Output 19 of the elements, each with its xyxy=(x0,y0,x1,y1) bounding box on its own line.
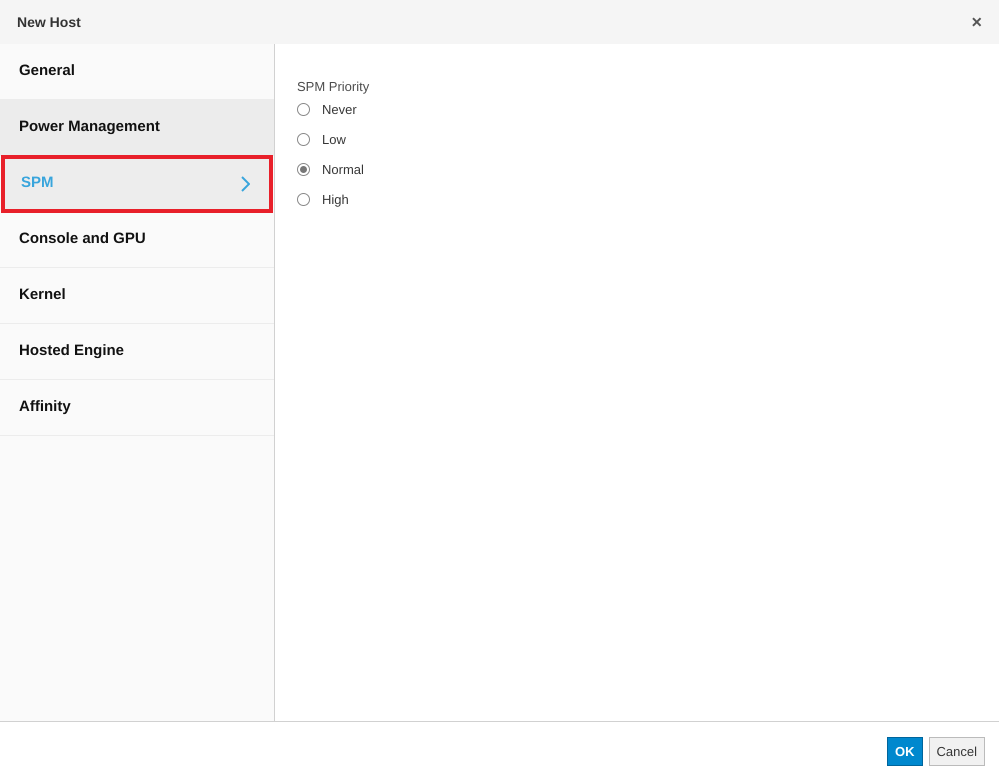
radio-button[interactable] xyxy=(297,193,310,206)
cancel-button[interactable]: Cancel xyxy=(928,737,985,766)
chevron-right-icon xyxy=(240,176,250,192)
radio-button[interactable] xyxy=(297,103,310,116)
sidebar-item[interactable]: Console and GPU xyxy=(0,212,274,268)
close-button[interactable]: × xyxy=(971,13,982,31)
sidebar-item[interactable]: Affinity xyxy=(0,380,274,436)
sidebar-item[interactable]: Kernel xyxy=(0,268,274,324)
radio-option[interactable]: Normal xyxy=(297,154,364,184)
radio-button[interactable] xyxy=(297,133,310,146)
radio-button[interactable] xyxy=(297,163,310,176)
radio-option[interactable]: Never xyxy=(297,94,357,124)
radio-option[interactable]: High xyxy=(297,184,349,214)
radio-option[interactable]: Low xyxy=(297,124,346,154)
dialog-title: New Host xyxy=(17,12,81,32)
sidebar-item[interactable]: Hosted Engine xyxy=(0,324,274,380)
sidebar-item[interactable]: Power Management xyxy=(0,100,274,156)
ok-button[interactable]: OK xyxy=(887,737,923,766)
field-label: SPM Priority xyxy=(297,78,370,96)
